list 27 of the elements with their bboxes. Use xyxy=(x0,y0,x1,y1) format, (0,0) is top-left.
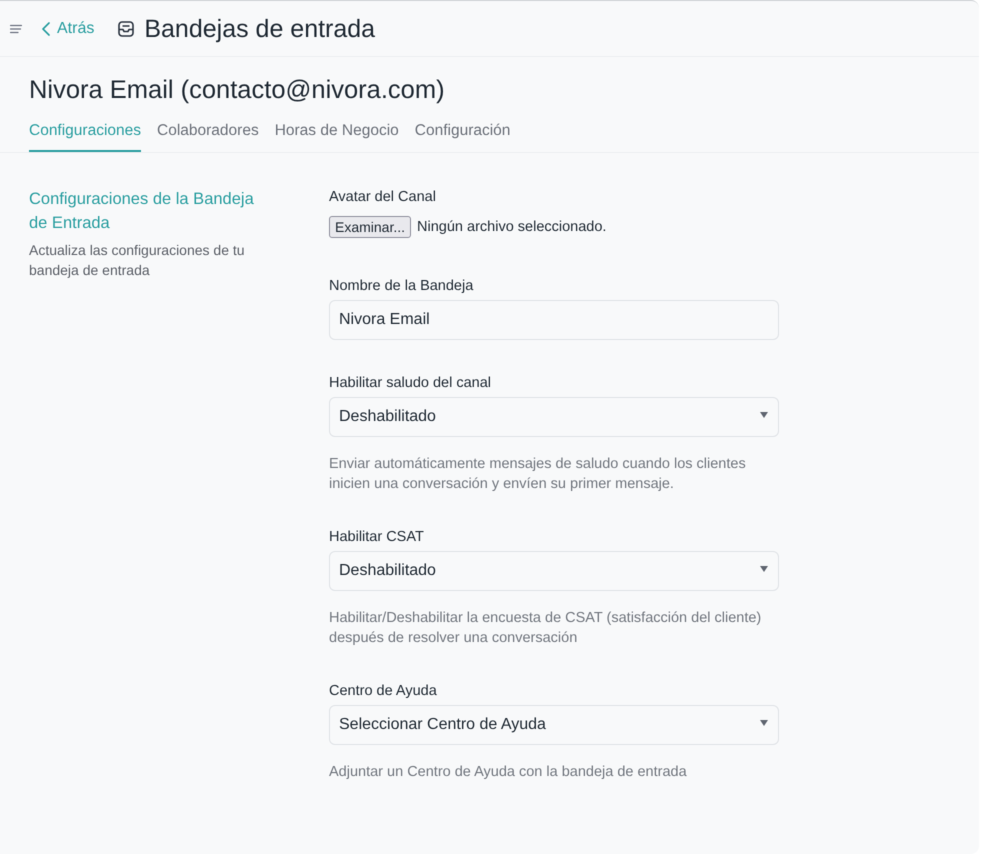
caret-icon xyxy=(760,566,768,572)
menu-icon[interactable] xyxy=(10,24,22,34)
browse-button[interactable]: Examinar... xyxy=(329,216,412,238)
section-description: Actualiza las configuraciones de tu bandeja de entrada xyxy=(29,241,246,280)
file-status: Ningún archivo seleccionado. xyxy=(417,219,606,235)
tab[interactable]: Colaboradores xyxy=(157,121,259,152)
field-label: Habilitar CSAT xyxy=(329,528,424,547)
page-title: Bandejas de entrada xyxy=(144,14,376,44)
dropdown[interactable]: Seleccionar Centro de Ayuda xyxy=(329,705,779,745)
field-label: Nombre de la Bandeja xyxy=(329,277,474,296)
inbox-icon xyxy=(118,20,134,36)
dropdown[interactable]: Deshabilitado xyxy=(329,397,779,437)
tab[interactable]: Horas de Negocio xyxy=(274,121,399,152)
help-text: Habilitar/Deshabilitar la encuesta de CSAT (satisfacción del cliente) después de resolver una conversación xyxy=(329,609,762,648)
inbox-title: Nivora Email (contacto@nivora.com) xyxy=(29,75,446,106)
help-text: Adjuntar un Centro de Ayuda con la bandeja de entrada xyxy=(329,763,688,782)
caret-icon xyxy=(760,720,768,726)
help-text: Enviar automáticamente mensajes de saludo cuando los clientes inicien una conversación y envíen su primer mensaje. xyxy=(329,455,747,494)
dropdown[interactable]: Deshabilitado xyxy=(329,551,779,591)
field-label: Habilitar saludo del canal xyxy=(329,374,492,393)
field-label: Centro de Ayuda xyxy=(329,682,437,701)
caret-icon xyxy=(760,412,768,418)
field-label: Avatar del Canal xyxy=(329,188,436,207)
text-field[interactable]: Nivora Email xyxy=(329,300,779,340)
section-title: Configuraciones de la Bandeja de Entrada xyxy=(29,189,255,234)
chevron-left-icon xyxy=(42,22,50,36)
tab[interactable]: Configuración xyxy=(414,121,510,152)
